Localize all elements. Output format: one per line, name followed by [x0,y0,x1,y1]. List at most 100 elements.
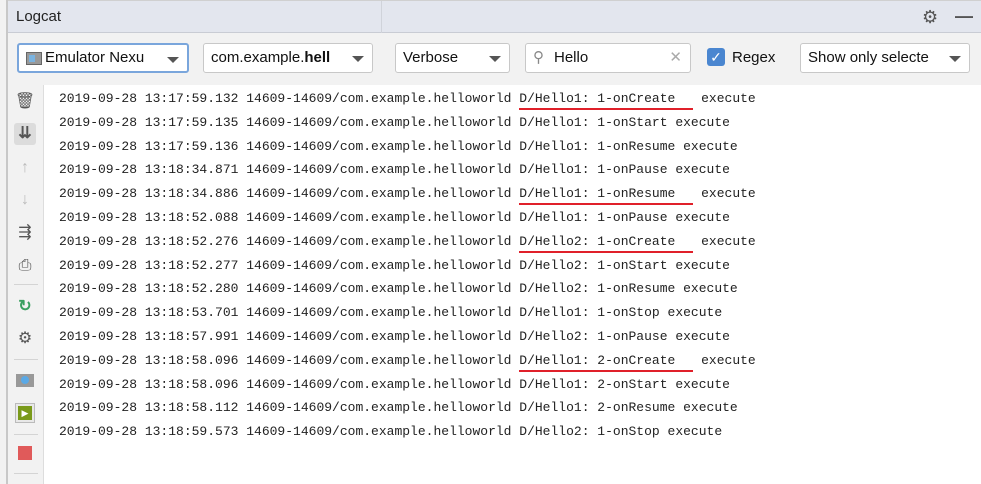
log-level-label: Verbose [403,49,459,66]
search-value: Hello [554,49,589,66]
log-suffix: execute [667,210,730,225]
stop-icon[interactable] [14,442,36,464]
log-line: 2019-09-28 13:17:59.132 14609-14609/com.… [59,89,756,110]
log-prefix: 2019-09-28 13:18:52.280 14609-14609/com.… [59,281,520,297]
log-suffix: execute [667,376,730,392]
log-prefix: 2019-09-28 13:18:34.886 14609-14609/com.… [59,186,520,202]
log-line: 2019-09-28 13:18:34.886 14609-14609/com.… [59,184,756,206]
log-line: 2019-09-28 13:18:58.112 14609-14609/com.… [59,398,738,418]
log-prefix: 2019-09-28 13:18:52.276 14609-14609/com.… [59,233,520,249]
trash-icon[interactable]: 🗑 [14,91,36,113]
log-suffix: execute [667,329,730,344]
log-line: 2019-09-28 13:18:52.276 14609-14609/com.… [59,232,756,253]
divider [381,1,382,34]
log-prefix: 2019-09-28 13:18:58.112 14609-14609/com.… [59,400,520,416]
clear-icon[interactable]: ✕ [669,44,682,72]
log-message: D/Hello1: 2-onCreate [519,352,694,372]
divider [14,473,38,474]
log-message: D/Hello1: 1-onResume [519,138,676,154]
gear-icon[interactable]: ⚙ [922,8,938,26]
device-icon [26,52,42,65]
log-line: 2019-09-28 13:18:59.573 14609-14609/com.… [59,422,722,442]
log-prefix: 2019-09-28 13:17:59.132 14609-14609/com.… [59,91,520,106]
log-prefix: 2019-09-28 13:18:52.088 14609-14609/com.… [59,210,520,225]
log-suffix: execute [693,233,756,249]
search-icon: ⚲ [533,49,544,66]
log-prefix: 2019-09-28 13:18:57.991 14609-14609/com.… [59,329,520,344]
log-message: D/Hello2: 1-onResume [519,281,676,297]
log-level-select[interactable]: Verbose [395,43,510,73]
log-message: D/Hello2: 1-onStop [519,424,660,440]
title-bar: Logcat ⚙ — [8,0,981,34]
scroll-to-end-icon[interactable]: ⇊ [14,123,36,145]
log-message: D/Hello1: 2-onResume [519,400,676,416]
screen-record-icon[interactable]: ▶ [14,401,36,423]
log-suffix: execute [667,257,730,273]
log-message: D/Hello1: 1-onPause [519,210,668,225]
log-suffix: execute [667,162,730,178]
logcat-sidebar: 🗑 ⇊ ↑ ↓ ⇶ ⎙ ↻ ⚙ ▶ [8,85,44,484]
log-prefix: 2019-09-28 13:18:34.871 14609-14609/com.… [59,162,520,178]
filter-label: Show only selecte [808,49,929,66]
screenshot-icon[interactable] [14,369,36,391]
device-label: Emulator Nexu [45,49,145,66]
log-message: D/Hello1: 1-onPause [519,162,668,178]
log-suffix: execute [659,424,723,440]
log-suffix: execute [667,114,730,130]
divider [14,434,38,435]
log-line: 2019-09-28 13:17:59.135 14609-14609/com.… [59,113,730,133]
log-suffix: execute [693,352,756,368]
filter-select[interactable]: Show only selecte [800,43,970,73]
log-message: D/Hello2: 1-onStart [519,257,668,273]
regex-label: Regex [732,49,776,66]
log-message: D/Hello2: 1-onCreate [519,233,694,253]
regex-checkbox[interactable]: ✓ [707,48,725,66]
log-line: 2019-09-28 13:18:34.871 14609-14609/com.… [59,160,730,180]
settings-icon[interactable]: ⚙ [14,328,36,350]
device-select[interactable]: Emulator Nexu [17,43,189,73]
log-line: 2019-09-28 13:18:52.088 14609-14609/com.… [59,208,730,228]
log-message: D/Hello1: 1-onResume [519,186,694,206]
log-message: D/Hello1: 1-onStop [519,305,660,321]
log-suffix: execute [675,281,738,297]
log-line: 2019-09-28 13:18:58.096 14609-14609/com.… [59,351,756,372]
chevron-down-icon [489,56,501,62]
log-prefix: 2019-09-28 13:17:59.136 14609-14609/com.… [59,138,520,154]
log-prefix: 2019-09-28 13:18:58.096 14609-14609/com.… [59,352,520,368]
log-suffix: execute [659,305,723,321]
log-line: 2019-09-28 13:18:52.280 14609-14609/com.… [59,279,738,299]
log-suffix: execute [693,186,756,202]
process-select[interactable]: com.example.hell [203,43,373,73]
log-line: 2019-09-28 13:18:58.096 14609-14609/com.… [59,375,730,395]
minimize-icon[interactable]: — [955,7,973,25]
process-label: com.example. [211,49,305,66]
left-edge [0,0,8,484]
panel-title: Logcat [16,8,62,25]
print-icon[interactable]: ⎙ [14,255,36,277]
chevron-down-icon [167,57,179,63]
log-line: 2019-09-28 13:18:52.277 14609-14609/com.… [59,256,730,276]
soft-wrap-icon[interactable]: ⇶ [14,222,36,244]
process-label-bold: hell [304,49,331,66]
log-message: D/Hello1: 2-onStart [519,376,668,392]
log-output[interactable]: 2019-09-28 13:17:59.132 14609-14609/com.… [44,85,981,484]
log-prefix: 2019-09-28 13:17:59.135 14609-14609/com.… [59,114,520,130]
restart-icon[interactable]: ↻ [14,296,36,318]
log-suffix: execute [693,91,756,106]
divider [14,359,38,360]
log-prefix: 2019-09-28 13:18:52.277 14609-14609/com.… [59,257,520,273]
arrow-down-icon[interactable]: ↓ [14,189,36,211]
log-line: 2019-09-28 13:18:53.701 14609-14609/com.… [59,303,722,323]
log-message: D/Hello1: 1-onStart [519,114,668,130]
search-input[interactable]: ⚲ Hello ✕ [525,43,691,73]
log-suffix: execute [675,138,738,154]
log-prefix: 2019-09-28 13:18:58.096 14609-14609/com.… [59,376,520,392]
log-prefix: 2019-09-28 13:18:53.701 14609-14609/com.… [59,305,520,321]
chevron-down-icon [949,56,961,62]
log-prefix: 2019-09-28 13:18:59.573 14609-14609/com.… [59,424,520,440]
log-suffix: execute [675,400,738,416]
chevron-down-icon [352,56,364,62]
arrow-up-icon[interactable]: ↑ [14,157,36,179]
log-message: D/Hello1: 1-onCreate [519,91,694,110]
log-line: 2019-09-28 13:17:59.136 14609-14609/com.… [59,137,738,157]
